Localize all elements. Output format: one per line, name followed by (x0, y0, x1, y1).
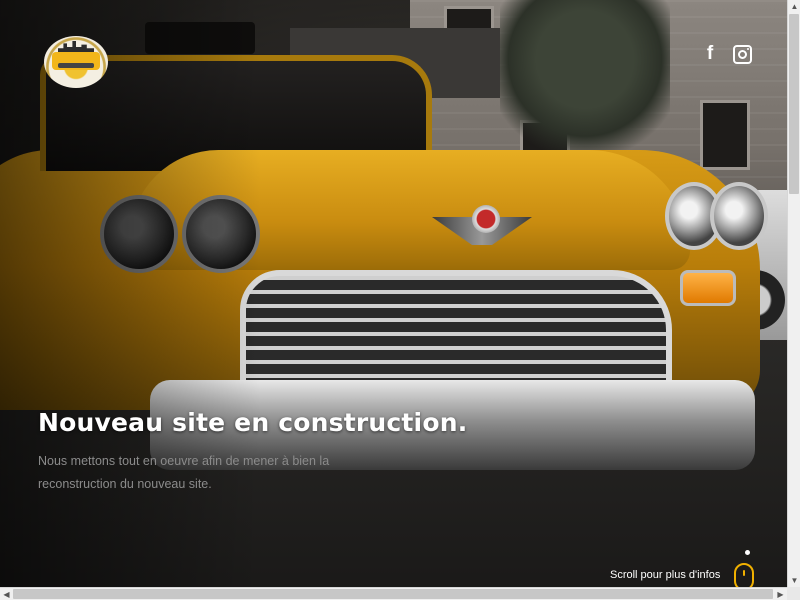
vertical-scrollbar[interactable]: ▲ ▼ (787, 0, 800, 587)
building-window (700, 100, 750, 170)
new-york-taxi-logo[interactable] (44, 36, 108, 88)
hero-section: f Nouveau site en construction. Nous met… (0, 0, 787, 587)
scroll-hint-label[interactable]: Scroll pour plus d'infos (610, 569, 720, 581)
scroll-up-arrow-icon[interactable]: ▲ (788, 0, 800, 13)
scroll-down-arrow-icon[interactable]: ▼ (788, 574, 800, 587)
scroll-right-arrow-icon[interactable]: ▶ (774, 588, 787, 600)
scroll-left-arrow-icon[interactable]: ◀ (0, 588, 13, 600)
instagram-icon[interactable] (732, 44, 752, 64)
facebook-icon[interactable]: f (700, 43, 720, 64)
vertical-scrollbar-thumb[interactable] (789, 14, 799, 194)
scroll-dot-icon (745, 550, 750, 555)
background-tree (500, 0, 670, 170)
taxi-emblem-badge (472, 205, 500, 233)
mouse-scroll-icon[interactable] (734, 563, 754, 587)
background-overlay (0, 0, 260, 587)
page-subtitle: Nous mettons tout en oeuvre afin de mene… (38, 454, 330, 491)
taxi-headlight (710, 182, 768, 250)
page-title: Nouveau site en construction. (38, 408, 468, 437)
taxi-icon (52, 52, 100, 70)
horizontal-scrollbar[interactable]: ◀ ▶ (0, 587, 787, 600)
scrollbar-corner (787, 587, 800, 600)
horizontal-scrollbar-thumb[interactable] (13, 589, 773, 599)
taxi-indicator (680, 270, 736, 306)
instagram-glyph (732, 44, 752, 64)
